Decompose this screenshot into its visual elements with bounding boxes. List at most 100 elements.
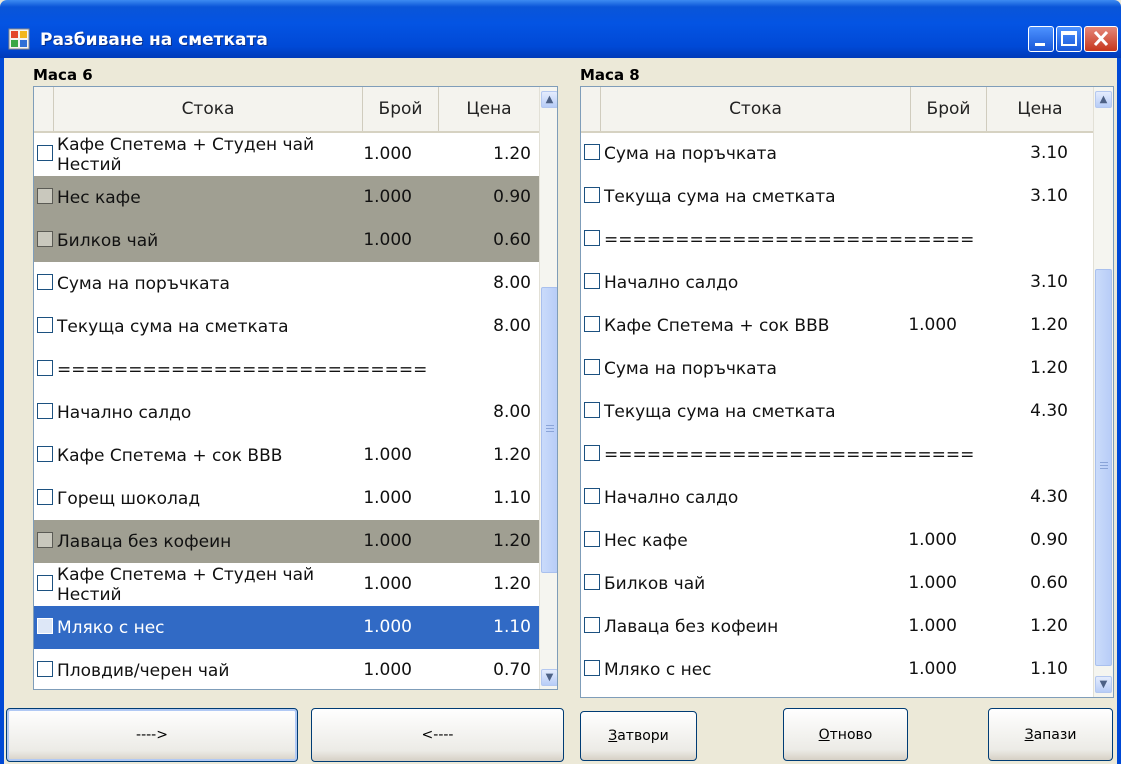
right-row-checkbox[interactable] [584, 187, 600, 203]
right-row-checkbox[interactable] [584, 660, 600, 676]
right-header-qty[interactable]: Брой [911, 87, 987, 131]
left-table-row[interactable]: Кафе Спетема + Студен чай Нестий 1.000 1.2… [34, 563, 539, 606]
right-header-item[interactable]: Стока [601, 87, 911, 131]
left-row-checkbox[interactable] [37, 274, 53, 290]
window-frame-left [0, 58, 4, 764]
left-row-item-name: Нес кафе [57, 187, 141, 208]
right-row-item-name: Текуща сума на сметката [604, 186, 836, 207]
move-left-label: <---- [421, 727, 454, 743]
save-button[interactable]: Запази [988, 708, 1113, 761]
right-table-row[interactable]: ========================== [581, 218, 1093, 261]
right-row-checkbox[interactable] [584, 531, 600, 547]
left-row-item-name: ========================== [57, 359, 428, 380]
left-table-row[interactable]: Мляко с нес 1.000 1.10 [34, 606, 539, 649]
left-row-checkbox[interactable] [37, 360, 53, 376]
left-row-item-name: Сума на поръчката [57, 273, 230, 294]
right-header-price[interactable]: Цена [987, 87, 1093, 131]
left-items-grid[interactable]: Стока Брой Цена Кафе Спетема + Студен ча… [33, 86, 558, 690]
right-scroll-down-button[interactable]: ▼ [1095, 676, 1112, 693]
right-scroll-up-button[interactable]: ▲ [1095, 91, 1112, 108]
left-table-row[interactable]: ========================== [34, 348, 539, 391]
left-table-row[interactable]: Нес кафе 1.000 0.90 [34, 176, 539, 219]
left-table-row[interactable]: Лаваца без кофеин 1.000 1.20 [34, 520, 539, 563]
move-right-button[interactable]: ----> [6, 708, 298, 762]
left-table-row[interactable]: Сума на поръчката 8.00 [34, 262, 539, 305]
left-table-row[interactable]: Кафе Спетема + сок ВВВ 1.000 1.20 [34, 434, 539, 477]
right-table-row[interactable]: Сума на поръчката 1.20 [581, 347, 1093, 390]
left-row-checkbox[interactable] [37, 489, 53, 505]
reset-button[interactable]: Отново [783, 708, 908, 761]
left-table-row[interactable]: Билков чай 1.000 0.60 [34, 219, 539, 262]
left-row-item-name: Билков чай [57, 230, 159, 251]
left-row-checkbox[interactable] [37, 231, 53, 247]
left-header-qty[interactable]: Брой [363, 87, 439, 131]
right-table-row[interactable]: Сума на поръчката 3.10 [581, 132, 1093, 175]
scroll-up-arrow-icon: ▲ [545, 94, 554, 105]
close-button[interactable]: Затвори [580, 711, 697, 761]
right-row-item-name: Текуща сума на сметката [604, 401, 836, 422]
right-row-checkbox[interactable] [584, 273, 600, 289]
right-row-checkbox[interactable] [584, 488, 600, 504]
move-left-button[interactable]: <---- [311, 708, 564, 762]
left-scroll-thumb[interactable] [541, 287, 557, 573]
right-table-row[interactable]: Текуща сума на сметката 3.10 [581, 175, 1093, 218]
right-row-checkbox[interactable] [584, 144, 600, 160]
left-scroll-down-button[interactable]: ▼ [541, 669, 557, 686]
minimize-button[interactable] [1028, 26, 1054, 52]
right-table-row[interactable]: Начално салдо 4.30 [581, 476, 1093, 519]
left-row-checkbox[interactable] [37, 575, 53, 591]
right-table-row[interactable]: Начално салдо 3.10 [581, 261, 1093, 304]
right-row-checkbox[interactable] [584, 445, 600, 461]
left-row-checkbox[interactable] [37, 532, 53, 548]
right-row-checkbox[interactable] [584, 359, 600, 375]
reset-label-rest: тново [829, 726, 873, 743]
right-row-checkbox[interactable] [584, 574, 600, 590]
reset-label: Отново [819, 727, 873, 743]
right-vertical-scrollbar[interactable]: ▲ ▼ [1093, 87, 1113, 697]
right-row-checkbox[interactable] [584, 617, 600, 633]
right-row-item-name: Мляко с нес [604, 659, 712, 680]
left-row-qty: 1.000 [363, 144, 412, 164]
left-header-item[interactable]: Стока [54, 87, 363, 131]
left-table-row[interactable]: Текуща сума на сметката 8.00 [34, 305, 539, 348]
right-items-grid[interactable]: Стока Брой Цена Сума на поръчката 3.10 Тек… [580, 86, 1114, 698]
right-scroll-thumb[interactable] [1095, 269, 1112, 666]
left-row-qty: 1.000 [363, 230, 412, 250]
left-row-checkbox[interactable] [37, 188, 53, 204]
left-row-checkbox[interactable] [37, 618, 53, 634]
left-row-checkbox[interactable] [37, 145, 53, 161]
right-table-row[interactable]: Лаваца без кофеин 1.000 1.20 [581, 605, 1093, 648]
right-row-checkbox[interactable] [584, 402, 600, 418]
left-header-price[interactable]: Цена [439, 87, 539, 131]
left-row-item-name: Текуща сума на сметката [57, 316, 289, 337]
left-table-row[interactable]: Кафе Спетема + Студен чай Нестий 1.000 1.2… [34, 133, 539, 176]
title-bar[interactable]: Разбиване на сметката [0, 0, 1121, 58]
left-vertical-scrollbar[interactable]: ▲ ▼ [539, 87, 557, 689]
right-row-checkbox[interactable] [584, 230, 600, 246]
right-table-row[interactable]: ========================== [581, 433, 1093, 476]
left-row-checkbox[interactable] [37, 661, 53, 677]
left-row-checkbox[interactable] [37, 446, 53, 462]
window-title: Разбиване на сметката [40, 30, 268, 50]
close-label: Затвори [608, 728, 669, 744]
right-row-item-name: ========================== [604, 444, 975, 465]
right-row-item-name: Начално салдо [604, 272, 739, 293]
left-table-row[interactable]: Начално салдо 8.00 [34, 391, 539, 434]
left-row-checkbox[interactable] [37, 317, 53, 333]
right-table-row[interactable]: Мляко с нес 1.000 1.10 [581, 648, 1093, 691]
left-table-row[interactable]: Горещ шоколад 1.000 1.10 [34, 477, 539, 520]
close-window-button[interactable] [1084, 26, 1118, 52]
save-label: Запази [1025, 727, 1077, 743]
maximize-button[interactable] [1056, 26, 1082, 52]
right-row-price: 4.30 [1030, 401, 1068, 421]
right-table-row[interactable]: Билков чай 1.000 0.60 [581, 562, 1093, 605]
app-window-icon [8, 28, 30, 50]
right-table-row[interactable]: Нес кафе 1.000 0.90 [581, 519, 1093, 562]
right-table-row[interactable]: Текуща сума на сметката 4.30 [581, 390, 1093, 433]
left-table-row[interactable]: Пловдив/черен чай 1.000 0.70 [34, 649, 539, 689]
left-scroll-up-button[interactable]: ▲ [541, 91, 557, 108]
left-row-checkbox[interactable] [37, 403, 53, 419]
right-row-checkbox[interactable] [584, 316, 600, 332]
right-row-price: 1.20 [1030, 315, 1068, 335]
right-table-row[interactable]: Кафе Спетема + сок ВВВ 1.000 1.20 [581, 304, 1093, 347]
